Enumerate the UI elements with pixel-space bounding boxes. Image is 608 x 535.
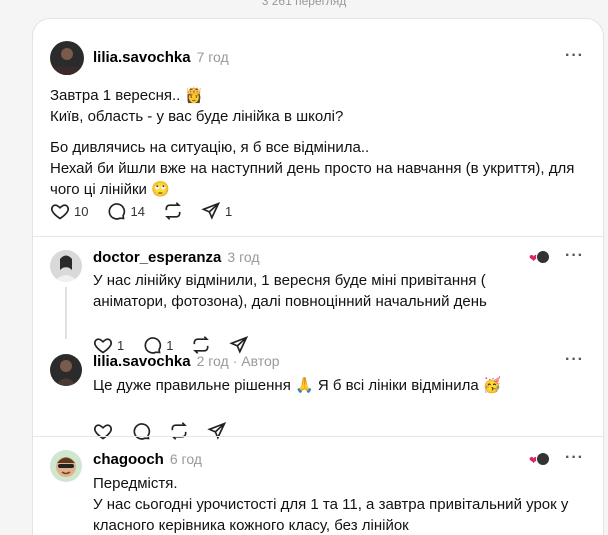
post-line: Завтра 1 вересня.. 👸 (50, 87, 204, 104)
heart-icon (93, 338, 113, 354)
post-username[interactable]: lilia.savochka (93, 49, 191, 66)
post-text: Завтра 1 вересня.. 👸 Київ, область - у в… (50, 85, 590, 200)
post-line: Нехай би йшли вже на наступний день прос… (50, 160, 575, 198)
divider (33, 436, 603, 437)
comment-bubble-icon (108, 203, 126, 220)
repost-button[interactable] (191, 335, 211, 355)
avatar[interactable] (50, 354, 82, 386)
repost-icon (165, 202, 181, 220)
repost-button[interactable] (169, 421, 189, 441)
thread-line (65, 287, 67, 339)
like-button[interactable]: 10 (50, 201, 88, 221)
repost-icon (193, 336, 210, 354)
share-send-icon (201, 201, 221, 220)
reply-time[interactable]: 3 год (227, 249, 259, 265)
comment-count: 14 (130, 203, 145, 219)
avatar[interactable] (50, 250, 82, 282)
more-icon[interactable]: ··· (565, 247, 584, 265)
liked-by-avatars: ❤ (529, 452, 551, 467)
comment-bubble-icon (144, 337, 162, 354)
more-icon[interactable]: ··· (565, 47, 584, 65)
comment-button[interactable] (131, 421, 151, 441)
comment-button[interactable]: 14 (106, 201, 145, 221)
reply-username[interactable]: doctor_esperanza (93, 249, 221, 266)
like-button[interactable] (93, 421, 113, 441)
reply-time[interactable]: 6 год (170, 451, 202, 467)
more-icon[interactable]: ··· (565, 449, 584, 467)
comment-bubble-icon (133, 423, 151, 440)
thread-card: lilia.savochka 7 год ··· Завтра 1 вересн… (32, 18, 604, 535)
reply-username[interactable]: lilia.savochka (93, 353, 191, 370)
post-line: Київ, область - у вас буде лінійка в шко… (50, 108, 344, 125)
divider (33, 236, 603, 237)
heart-icon (93, 424, 113, 440)
share-send-icon (229, 335, 249, 354)
share-button[interactable]: 1 (201, 201, 232, 221)
like-button[interactable]: 1 (93, 335, 124, 355)
reply-text: Це дуже правильне рішення 🙏 Я б всі ліні… (93, 377, 502, 394)
reply-line: У нас сьогодні урочистості для 1 та 11, … (93, 496, 569, 534)
share-button[interactable] (229, 335, 249, 355)
post-line: Бо дивлячись на ситуацію, я б все відмін… (50, 139, 370, 156)
share-send-icon (207, 421, 227, 440)
heart-icon (50, 204, 70, 220)
avatar[interactable] (50, 41, 84, 75)
repost-button[interactable] (163, 201, 183, 221)
comment-button[interactable]: 1 (142, 335, 173, 355)
avatar[interactable] (50, 450, 82, 482)
reply-text: У нас лінійку відмінили, 1 вересня буде … (93, 272, 487, 310)
more-icon[interactable]: ··· (565, 351, 584, 369)
comment-count: 1 (166, 337, 174, 353)
post-time[interactable]: 7 год (197, 49, 229, 65)
like-count: 10 (74, 203, 89, 219)
author-badge: · Автор (232, 353, 280, 369)
share-button[interactable] (207, 421, 227, 441)
liked-by-avatars: ❤ (529, 250, 551, 265)
reply-username[interactable]: chagooch (93, 451, 164, 468)
reply-text: Передмістя. У нас сьогодні урочистості д… (93, 473, 573, 535)
share-count: 1 (224, 203, 233, 219)
repost-icon (171, 422, 187, 440)
views-count: 3 261 перегляд (261, 0, 347, 8)
reply-line: Передмістя. (93, 475, 178, 492)
like-count: 1 (117, 337, 125, 353)
reply-time[interactable]: 2 год (197, 353, 229, 369)
